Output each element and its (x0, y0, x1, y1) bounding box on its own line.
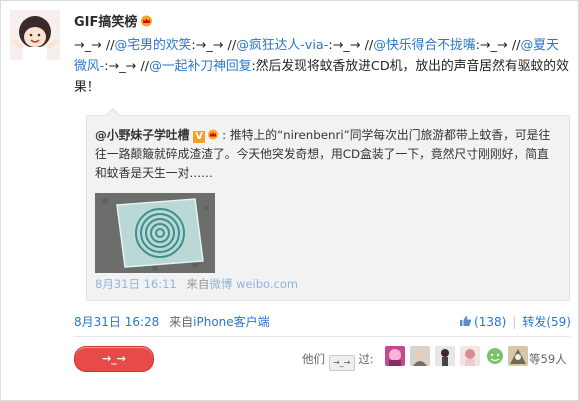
mention-link[interactable]: @疯狂达人-via- (236, 38, 328, 53)
crown-icon (140, 15, 153, 27)
user-avatar[interactable] (410, 346, 430, 366)
crown-icon (207, 127, 219, 140)
mention-link[interactable]: @宅男的欢笑 (115, 38, 192, 53)
post-time-link[interactable]: 8月31日 16:28 (74, 315, 159, 329)
user-avatar[interactable] (385, 346, 405, 366)
mosquito-coil-cd-image[interactable] (95, 193, 215, 273)
user-avatar[interactable] (460, 346, 480, 366)
quote-author[interactable]: @小野妹子学吐槽 (95, 128, 189, 142)
post-text-fragment: :→_→ // (475, 38, 521, 53)
post-meta: 8月31日 16:28 来自iPhone客户端 (74, 315, 270, 329)
author-name[interactable]: GIF搞笑榜 (74, 11, 153, 30)
divider (74, 336, 570, 337)
author-avatar[interactable] (10, 10, 60, 60)
post-text: →_→ //@宅男的欢笑:→_→ //@疯狂达人-via-:→_→ //@快乐得… (74, 35, 570, 98)
post-text-fragment: :→_→ // (328, 38, 374, 53)
post-actions: (138) | 转发(59) (459, 313, 571, 330)
mini-emotion-icon: →_→ (328, 355, 355, 371)
emotion-button[interactable]: →_→ (74, 346, 154, 372)
reacted-users-label: 他们 →_→ 过: (302, 351, 374, 371)
repost-button[interactable]: 转发(59) (522, 315, 571, 329)
reacted-count[interactable]: 等59人 (529, 351, 567, 367)
action-separator: | (512, 315, 517, 329)
user-avatar[interactable] (508, 346, 528, 366)
user-avatar[interactable] (435, 346, 455, 366)
quote-time-link[interactable]: 8月31日 16:11 (95, 277, 177, 291)
mention-link[interactable]: @快乐得合不拢嘴 (373, 38, 475, 53)
like-button[interactable]: (138) (459, 315, 506, 329)
quoted-post: @小野妹子学吐槽 V: 推特上的“nirenbenri”同学每次出门旅游都带上蚊… (86, 115, 570, 301)
user-avatar[interactable] (485, 346, 505, 366)
quote-text-block: @小野妹子学吐槽 V: 推特上的“nirenbenri”同学每次出门旅游都带上蚊… (95, 127, 551, 180)
verified-v-icon: V (193, 131, 206, 143)
post-text-fragment: :→_→ // (104, 59, 150, 74)
post-source-link[interactable]: iPhone客户端 (193, 315, 270, 329)
quote-meta: 8月31日 16:11 来自微博 weibo.com (95, 277, 299, 291)
post-text-fragment: :→_→ // (191, 38, 237, 53)
mention-link[interactable]: @一起补刀神回复 (149, 59, 251, 74)
post-text-fragment: →_→ // (74, 38, 115, 53)
quote-pointer-inner (106, 110, 120, 117)
quote-source-link[interactable]: 微博 weibo.com (209, 277, 298, 291)
thumbs-up-icon (459, 315, 472, 327)
